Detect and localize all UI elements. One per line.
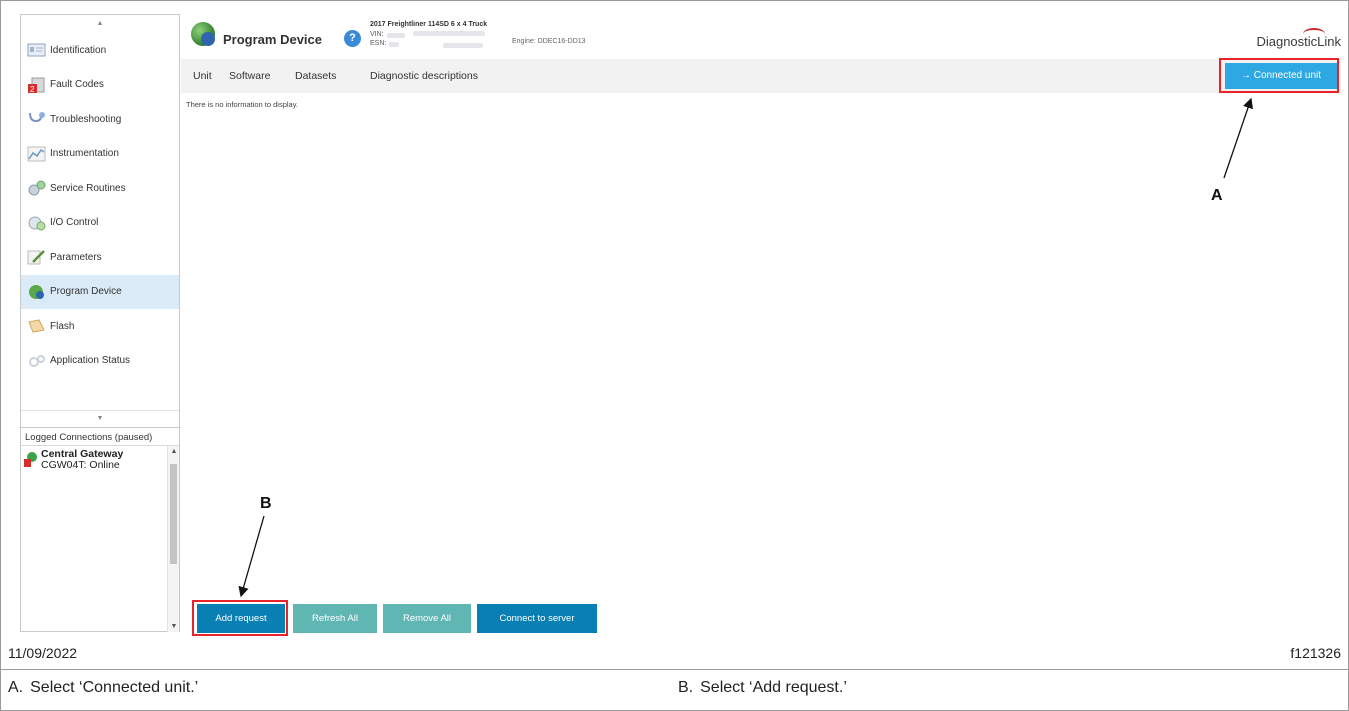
caption-divider <box>0 669 1349 670</box>
caption-a-letter: A. <box>8 679 24 696</box>
callout-lines <box>238 97 1253 598</box>
caption-b-letter: B. <box>678 679 694 696</box>
caption-b: B. Select ‘Add request.’ <box>678 679 847 697</box>
figure-number: f121326 <box>1290 645 1341 661</box>
caption-a: A. Select ‘Connected unit.’ <box>8 679 198 697</box>
caption-b-text: Select ‘Add request.’ <box>700 679 847 696</box>
figure-date: 11/09/2022 <box>8 645 78 661</box>
caption-a-text: Select ‘Connected unit.’ <box>30 679 199 696</box>
callout-label-a: A <box>1211 187 1223 204</box>
callout-a-arrow <box>1223 97 1253 179</box>
callout-b-arrow <box>238 515 265 598</box>
callout-label-b: B <box>260 495 272 512</box>
